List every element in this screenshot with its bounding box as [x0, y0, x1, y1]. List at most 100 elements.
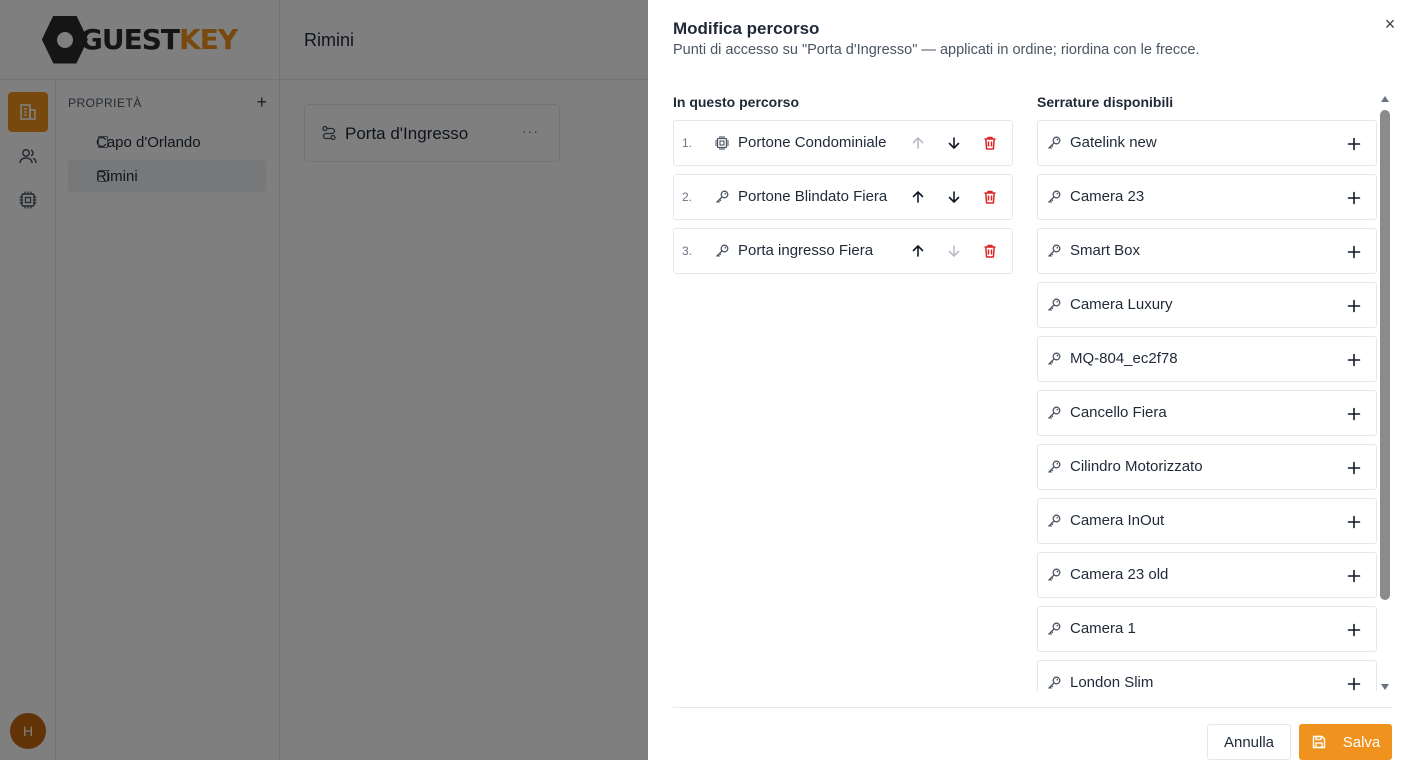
scrollbar-thumb[interactable]: [1380, 110, 1390, 600]
arrow-down-icon: [948, 245, 960, 257]
available-lock-item: Camera 23 old: [1037, 552, 1377, 598]
key-icon-wrap: [1046, 135, 1062, 156]
lock-name: Camera 1: [1070, 620, 1136, 637]
key-icon-wrap: [1046, 513, 1062, 534]
plus-icon: [1347, 623, 1361, 637]
route-item-number: 1.: [682, 136, 693, 150]
lock-name: Camera InOut: [1070, 512, 1165, 529]
close-icon[interactable]: ×: [1380, 14, 1400, 34]
scrollbar[interactable]: [1380, 96, 1391, 690]
lock-name: Cancello Fiera: [1070, 404, 1167, 421]
add-lock-button[interactable]: [1342, 510, 1366, 534]
key-icon-wrap: [1046, 243, 1062, 264]
add-lock-button[interactable]: [1342, 672, 1366, 691]
route-item-number: 3.: [682, 244, 693, 258]
key-icon: [1048, 190, 1061, 203]
available-locks-list[interactable]: Gatelink new Camera 23 Smart Box Camera Lux…: [1037, 112, 1392, 691]
plus-icon: [1347, 515, 1361, 529]
move-up-button[interactable]: [906, 131, 930, 155]
chip-icon: [715, 136, 729, 150]
available-lock-item: Camera 23: [1037, 174, 1377, 220]
route-item-icon: [714, 135, 730, 156]
save-button[interactable]: Salva: [1299, 724, 1392, 760]
key-icon: [1048, 298, 1061, 311]
add-lock-button[interactable]: [1342, 240, 1366, 264]
available-lock-item: Camera InOut: [1037, 498, 1377, 544]
add-lock-button[interactable]: [1342, 348, 1366, 372]
delete-button[interactable]: [978, 239, 1002, 263]
plus-icon: [1347, 137, 1361, 151]
move-down-button[interactable]: [942, 239, 966, 263]
delete-button[interactable]: [978, 185, 1002, 209]
arrow-up-icon: [912, 245, 924, 257]
route-item-number: 2.: [682, 190, 693, 204]
key-icon: [1048, 676, 1061, 689]
cancel-button[interactable]: Annulla: [1207, 724, 1291, 760]
save-icon: [1312, 735, 1325, 749]
lock-name: Camera Luxury: [1070, 296, 1173, 313]
key-icon: [716, 244, 729, 257]
available-lock-item: Camera Luxury: [1037, 282, 1377, 328]
add-lock-button[interactable]: [1342, 186, 1366, 210]
route-item-icon: [714, 243, 730, 264]
add-lock-button[interactable]: [1342, 456, 1366, 480]
lock-name: Cilindro Motorizzato: [1070, 458, 1203, 475]
key-icon: [716, 190, 729, 203]
plus-icon: [1347, 191, 1361, 205]
route-list-heading: In questo percorso: [673, 94, 800, 110]
scroll-up-arrow-icon[interactable]: [1381, 96, 1389, 102]
key-icon: [1048, 568, 1061, 581]
route-item-name: Portone Condominiale: [738, 134, 887, 151]
trash-icon: [984, 244, 996, 258]
trash-icon: [984, 190, 996, 204]
footer-divider: [673, 707, 1392, 708]
plus-icon: [1347, 569, 1361, 583]
add-lock-button[interactable]: [1342, 294, 1366, 318]
route-item-name: Portone Blindato Fiera: [738, 188, 888, 205]
trash-icon: [984, 136, 996, 150]
available-lock-item: Cilindro Motorizzato: [1037, 444, 1377, 490]
arrow-up-icon: [912, 191, 924, 203]
available-lock-item: Cancello Fiera: [1037, 390, 1377, 436]
key-icon-wrap: [1046, 567, 1062, 588]
drawer-title: Modifica percorso: [673, 19, 820, 38]
move-up-button[interactable]: [906, 239, 930, 263]
key-icon-wrap: [1046, 189, 1062, 210]
key-icon-wrap: [1046, 351, 1062, 372]
scroll-down-arrow-icon[interactable]: [1381, 684, 1389, 690]
available-lock-item: MQ-804_ec2f78: [1037, 336, 1377, 382]
lock-name: Gatelink new: [1070, 134, 1157, 151]
add-lock-button[interactable]: [1342, 132, 1366, 156]
key-icon: [1048, 514, 1061, 527]
move-down-button[interactable]: [942, 131, 966, 155]
move-down-button[interactable]: [942, 185, 966, 209]
add-lock-button[interactable]: [1342, 618, 1366, 642]
key-icon: [1048, 352, 1061, 365]
key-icon-wrap: [1046, 459, 1062, 480]
route-item: 2. Portone Blindato Fiera: [673, 174, 1013, 220]
lock-name: Camera 23: [1070, 188, 1145, 205]
route-item: 3. Porta ingresso Fiera: [673, 228, 1013, 274]
available-lock-item: Smart Box: [1037, 228, 1377, 274]
key-icon: [1048, 406, 1061, 419]
delete-button[interactable]: [978, 131, 1002, 155]
lock-name: Camera 23 old: [1070, 566, 1169, 583]
add-lock-button[interactable]: [1342, 564, 1366, 588]
plus-icon: [1347, 245, 1361, 259]
save-button-label: Salva: [1342, 733, 1381, 751]
available-lock-item: Gatelink new: [1037, 120, 1377, 166]
route-item-name: Porta ingresso Fiera: [738, 242, 874, 259]
move-up-button[interactable]: [906, 185, 930, 209]
key-icon: [1048, 622, 1061, 635]
route-item-icon: [714, 189, 730, 210]
add-lock-button[interactable]: [1342, 402, 1366, 426]
plus-icon: [1347, 677, 1361, 691]
plus-icon: [1347, 353, 1361, 367]
key-icon: [1048, 460, 1061, 473]
lock-name: London Slim: [1070, 674, 1154, 691]
route-item: 1. Portone Condominiale: [673, 120, 1013, 166]
available-list-heading: Serrature disponibili: [1037, 94, 1174, 110]
key-icon-wrap: [1046, 675, 1062, 691]
arrow-down-icon: [948, 137, 960, 149]
lock-name: MQ-804_ec2f78: [1070, 350, 1178, 367]
